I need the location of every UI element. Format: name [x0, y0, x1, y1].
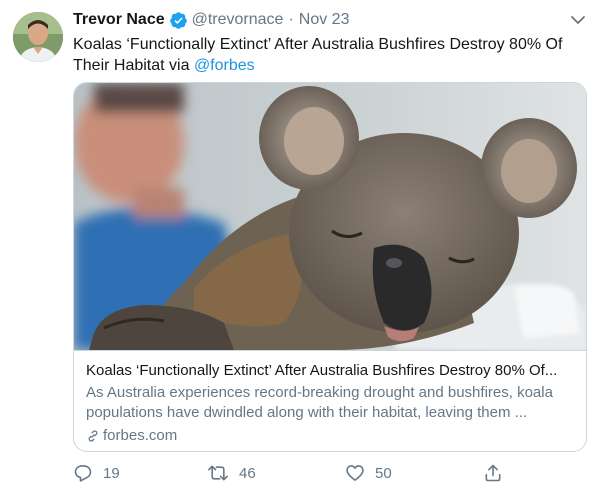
retweet-count: 46 [239, 464, 256, 482]
author-display-name[interactable]: Trevor Nace [73, 11, 165, 29]
tweet-text: Koalas ‘Functionally Extinct’ After Aust… [73, 34, 583, 76]
card-image-koala [74, 83, 586, 350]
link-icon [88, 430, 98, 442]
reply-count: 19 [103, 464, 120, 482]
more-options-button[interactable] [570, 13, 586, 27]
tweet-date[interactable]: Nov 23 [299, 11, 350, 29]
avatar[interactable] [13, 12, 63, 62]
like-count: 50 [375, 464, 392, 482]
link-card[interactable]: Koalas ‘Functionally Extinct’ After Aust… [73, 82, 587, 452]
card-body: Koalas ‘Functionally Extinct’ After Aust… [74, 350, 586, 451]
header-separator: · [288, 11, 294, 28]
like-button[interactable]: 50 [345, 462, 392, 484]
mention-link[interactable]: @forbes [194, 57, 255, 74]
card-title: Koalas ‘Functionally Extinct’ After Aust… [86, 362, 558, 379]
avatar-photo [13, 12, 63, 62]
action-bar: 19 46 50 [73, 462, 513, 484]
tweet: Trevor Nace @trevornace · Nov 23 Koalas … [0, 0, 600, 491]
author-handle[interactable]: @trevornace [192, 11, 284, 29]
heart-icon [346, 465, 364, 481]
tweet-text-line1: Koalas ‘Functionally Extinct’ After Aust… [73, 36, 563, 53]
verified-badge-icon [169, 11, 187, 29]
card-description: As Australia experiences record-breaking… [86, 384, 553, 421]
retweet-button[interactable]: 46 [207, 462, 256, 484]
card-domain: forbes.com [86, 426, 574, 446]
card-domain-text: forbes.com [103, 427, 178, 444]
reply-icon [74, 465, 92, 482]
tweet-header: Trevor Nace @trevornace · Nov 23 [73, 10, 349, 30]
tweet-text-line2: Their Habitat via [73, 57, 194, 74]
chevron-down-icon [571, 16, 585, 24]
reply-button[interactable]: 19 [73, 462, 120, 484]
share-icon [485, 464, 501, 482]
share-button[interactable] [483, 462, 503, 484]
retweet-icon [208, 465, 228, 481]
